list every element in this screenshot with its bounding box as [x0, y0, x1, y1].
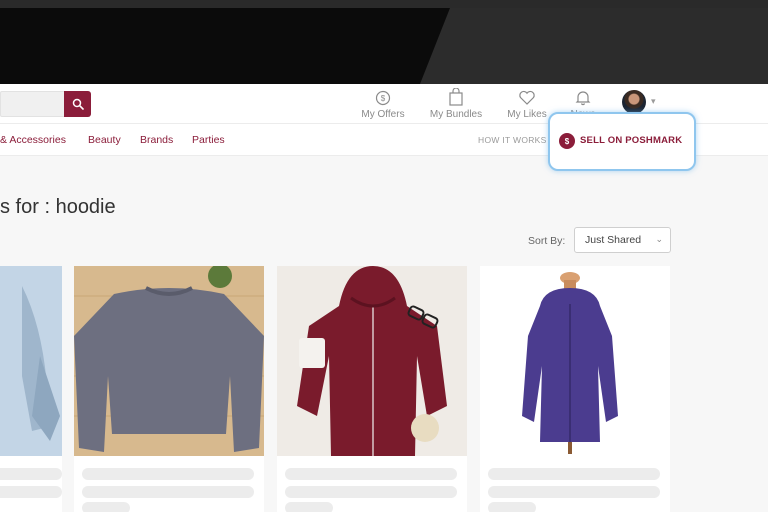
listing-image[interactable] [277, 266, 467, 456]
size-placeholder [82, 502, 130, 512]
title-placeholder [285, 468, 457, 480]
nav-my-offers[interactable]: $ My Offers [359, 88, 407, 122]
listing-image[interactable] [480, 266, 670, 456]
category-link-beauty[interactable]: Beauty [88, 134, 121, 146]
bezel-rim [0, 0, 768, 8]
offers-icon: $ [375, 90, 391, 106]
listing-card[interactable] [0, 266, 62, 512]
sort-label: Sort By: [528, 235, 566, 247]
category-link-parties[interactable]: Parties [192, 134, 225, 146]
dollar-badge-icon: $ [559, 133, 575, 149]
price-placeholder [488, 486, 660, 498]
nav-label: My Bundles [429, 109, 483, 120]
search-button[interactable] [64, 91, 91, 117]
sort-select[interactable]: Just Shared ⌄ [574, 227, 671, 253]
maroon-hoodie-photo [277, 266, 467, 456]
svg-text:$: $ [381, 94, 386, 103]
listing-card[interactable] [277, 266, 467, 512]
title-placeholder [82, 468, 254, 480]
heart-icon [519, 90, 535, 105]
category-link-accessories[interactable]: & Accessories [0, 134, 66, 146]
bundle-bag-icon [449, 88, 463, 106]
category-link-brands[interactable]: Brands [140, 134, 173, 146]
listing-image[interactable] [74, 266, 264, 456]
nav-my-bundles[interactable]: My Bundles [428, 88, 484, 122]
size-placeholder [488, 502, 536, 512]
search-input[interactable] [0, 91, 64, 117]
sell-on-poshmark-link[interactable]: SELL ON POSHMARK [580, 135, 682, 146]
avatar[interactable] [622, 90, 646, 114]
bell-icon [575, 91, 591, 106]
purple-hoodie-photo [480, 266, 670, 456]
device-frame: $ My Offers My Bundles My Likes ▾ & Acce… [0, 0, 768, 512]
nav-my-likes[interactable]: My Likes [505, 88, 549, 122]
chevron-down-icon: ⌄ [655, 234, 663, 244]
price-placeholder [82, 486, 254, 498]
listing-image[interactable] [0, 266, 62, 456]
sweater-photo [74, 266, 264, 456]
bezel-glare [420, 8, 768, 84]
how-it-works-link[interactable]: HOW IT WORKS [478, 135, 547, 145]
page-title: s for : hoodie [0, 196, 116, 218]
size-placeholder [285, 502, 333, 512]
price-placeholder [285, 486, 457, 498]
monitor-bezel [0, 0, 768, 84]
listing-card[interactable] [480, 266, 670, 512]
title-placeholder [0, 468, 62, 480]
listing-card[interactable] [74, 266, 264, 512]
chevron-down-icon[interactable]: ▾ [651, 96, 656, 107]
nav-label: My Likes [507, 109, 547, 120]
browser-viewport: $ My Offers My Bundles My Likes ▾ & Acce… [0, 84, 768, 512]
nav-label: My Offers [361, 109, 405, 120]
price-placeholder [0, 486, 62, 498]
hoodie-photo [0, 266, 62, 456]
search-icon [72, 98, 84, 110]
sort-value: Just Shared [585, 234, 642, 246]
title-placeholder [488, 468, 660, 480]
